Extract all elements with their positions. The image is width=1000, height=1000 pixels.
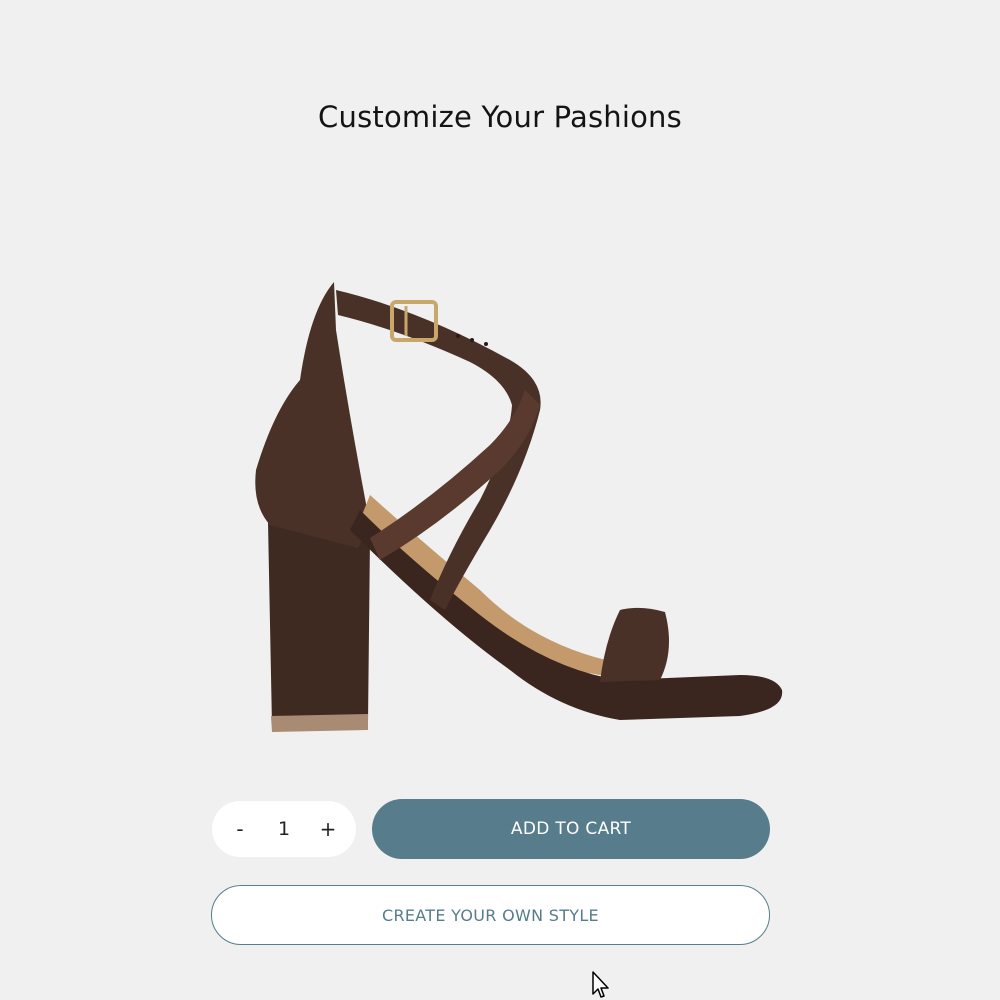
heel-counter — [255, 282, 370, 548]
heel-block — [268, 522, 370, 726]
add-to-cart-button[interactable]: ADD TO CART — [372, 799, 770, 859]
product-image — [240, 270, 800, 750]
sandal-image — [255, 282, 783, 732]
mouse-pointer-icon — [592, 971, 609, 998]
decrement-button[interactable]: - — [224, 809, 256, 849]
heel-tip — [271, 714, 368, 732]
quantity-stepper[interactable]: - 1 + — [212, 801, 356, 857]
toe-strap — [600, 607, 669, 682]
product-customizer-page: Customize Your Pashions - 1 + ADD TO CAR… — [0, 0, 1000, 1000]
increment-button[interactable]: + — [312, 809, 344, 849]
create-own-style-button[interactable]: CREATE YOUR OWN STYLE — [211, 885, 770, 945]
quantity-value[interactable]: 1 — [264, 818, 304, 840]
page-title: Customize Your Pashions — [318, 100, 682, 134]
